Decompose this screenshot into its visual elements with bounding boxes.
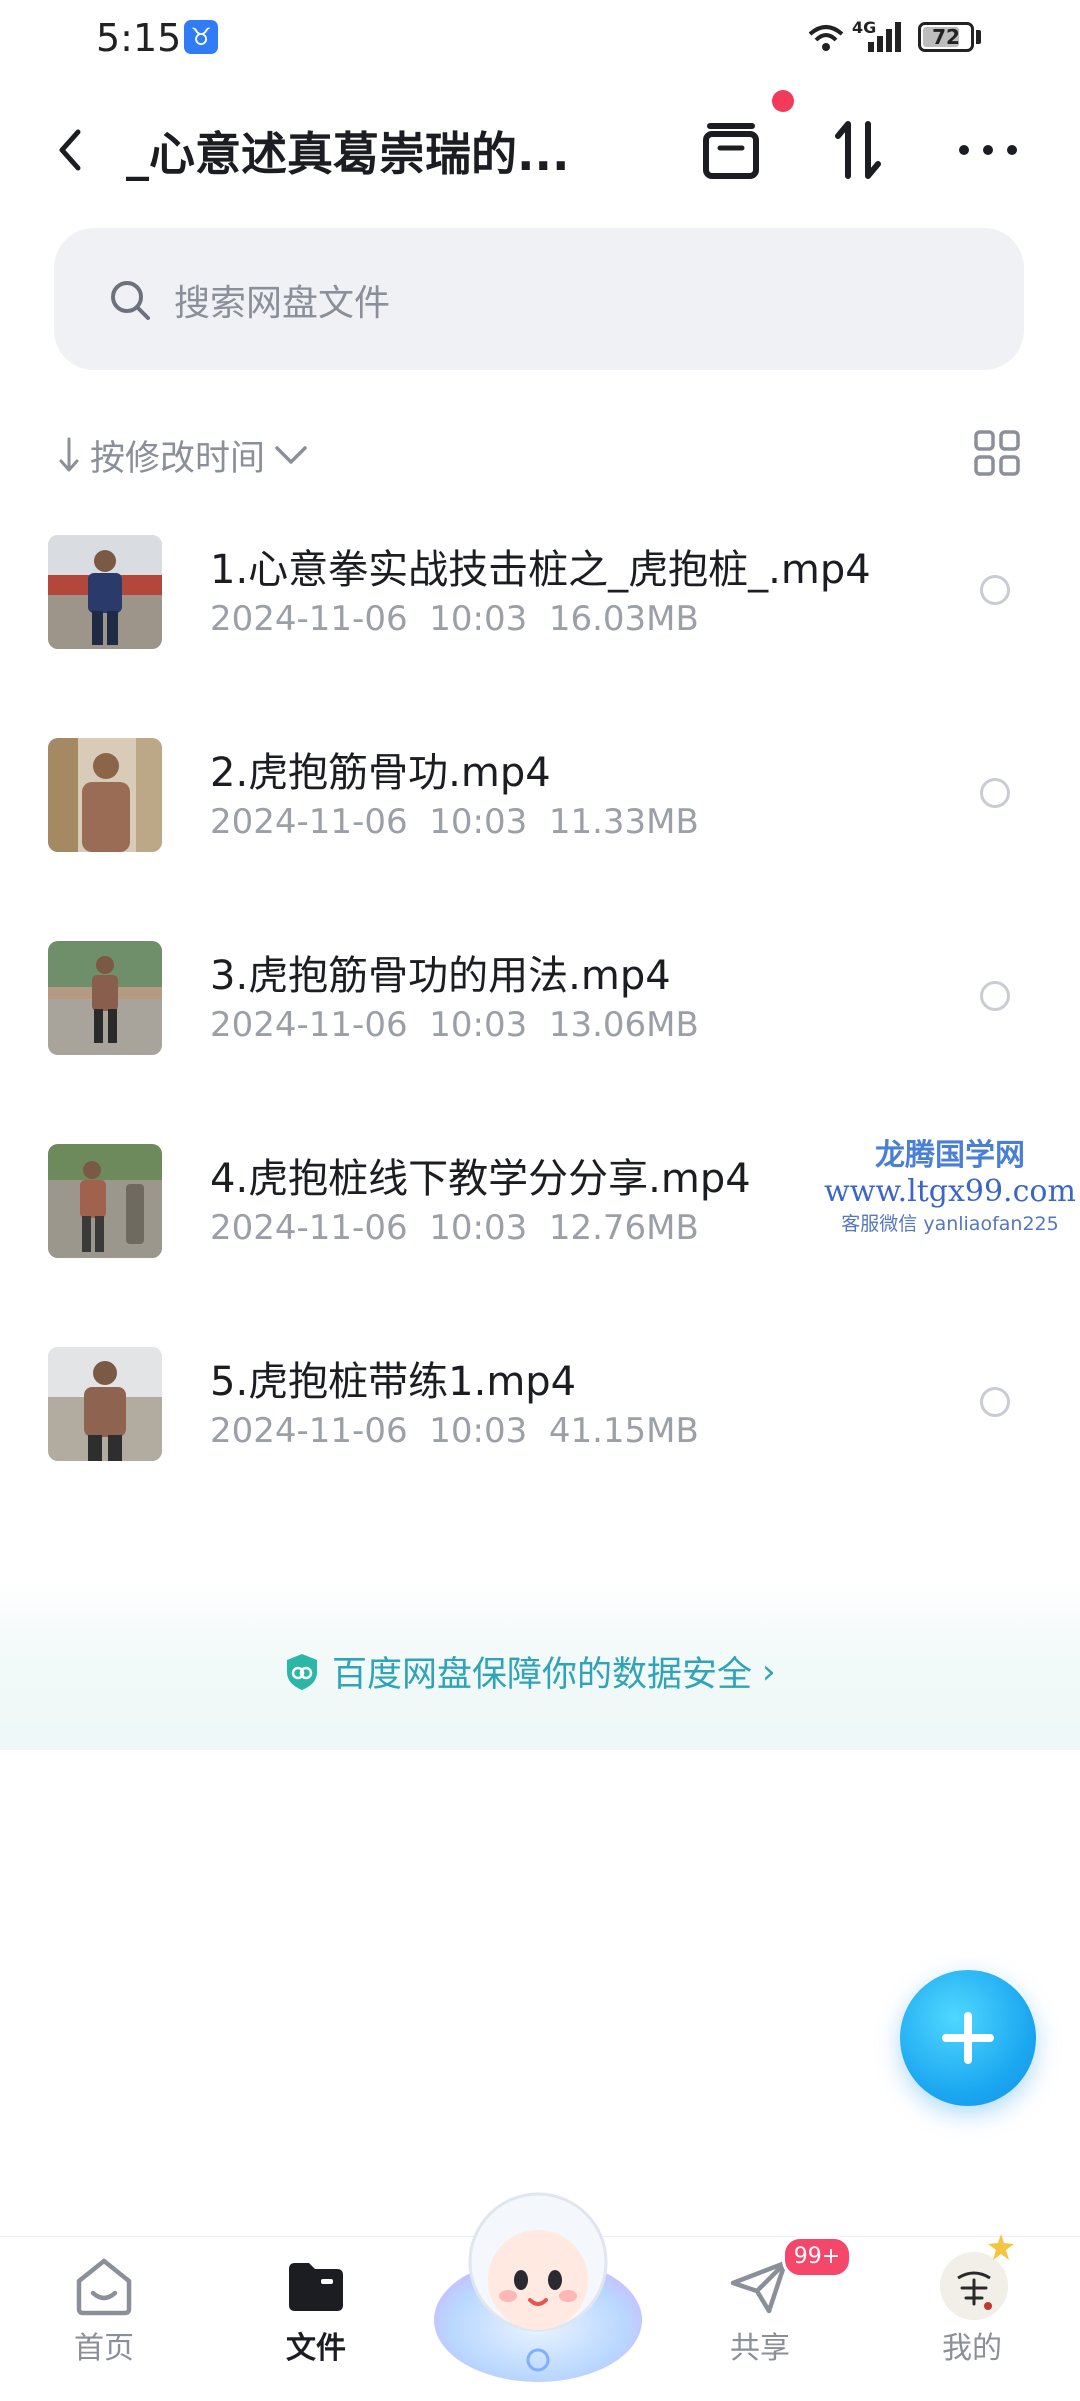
- status-time: 5:15: [96, 16, 182, 60]
- file-size: 11.33MB: [548, 802, 699, 842]
- avatar[interactable]: [940, 2252, 1008, 2320]
- chevron-down-icon: [275, 446, 307, 464]
- file-date: 2024-11-06: [210, 1005, 408, 1045]
- file-meta: 2024-11-06 10:03 41.15MB: [210, 1411, 699, 1451]
- watermark: 龙腾国学网 www.ltgx99.com 客服微信 yanliaofan225: [820, 1130, 1080, 1236]
- file-name: 5.虎抱桩带练1.mp4: [210, 1359, 577, 1405]
- file-meta: 2024-11-06 10:03 13.06MB: [210, 1005, 699, 1045]
- select-checkbox[interactable]: [980, 778, 1010, 808]
- sort-order-icon[interactable]: [820, 112, 896, 188]
- file-size: 13.06MB: [548, 1005, 699, 1045]
- search-input[interactable]: 搜索网盘文件: [54, 228, 1024, 370]
- search-placeholder: 搜索网盘文件: [174, 283, 391, 324]
- file-name: 1.心意拳实战技击桩之_虎抱桩_.mp4: [210, 547, 871, 593]
- file-row[interactable]: 5.虎抱桩带练1.mp4 2024-11-06 10:03 41.15MB: [0, 1327, 1080, 1527]
- nav-home[interactable]: 首页: [24, 2253, 184, 2367]
- file-date: 2024-11-06: [210, 802, 408, 842]
- video-thumbnail: [48, 1144, 162, 1258]
- transfer-list-icon[interactable]: [694, 112, 770, 188]
- battery-icon: 72: [918, 22, 974, 52]
- select-checkbox[interactable]: [980, 1387, 1010, 1417]
- watermark-contact: 客服微信 yanliaofan225: [841, 1213, 1059, 1235]
- app-notification-icon: ♉: [184, 20, 218, 54]
- file-size: 16.03MB: [548, 599, 699, 639]
- nav-home-label: 首页: [74, 2331, 134, 2366]
- battery-tip: [976, 30, 981, 44]
- file-size: 41.15MB: [548, 1411, 699, 1451]
- file-name: 3.虎抱筋骨功的用法.mp4: [210, 953, 671, 999]
- more-icon[interactable]: [950, 112, 1026, 188]
- security-banner[interactable]: 百度网盘保障你的数据安全 ›: [0, 1580, 1080, 1750]
- select-checkbox[interactable]: [980, 981, 1010, 1011]
- file-date: 2024-11-06: [210, 599, 408, 639]
- add-button[interactable]: [900, 1970, 1036, 2106]
- signal-icon: [868, 22, 901, 52]
- status-bar: 5:15 ♉ 4G 72: [0, 0, 1080, 80]
- file-row[interactable]: 1.心意拳实战技击桩之_虎抱桩_.mp4 2024-11-06 10:03 16…: [0, 515, 1080, 715]
- file-meta: 2024-11-06 10:03 12.76MB: [210, 1208, 699, 1248]
- sort-label: 按修改时间: [90, 438, 266, 479]
- back-button[interactable]: [44, 120, 98, 180]
- select-checkbox[interactable]: [980, 575, 1010, 605]
- home-icon: [76, 2258, 132, 2316]
- sort-arrow-icon: [59, 437, 79, 472]
- file-date: 2024-11-06: [210, 1411, 408, 1451]
- page-title: _心意述真葛崇瑞的...: [126, 127, 570, 181]
- video-thumbnail: [48, 1347, 162, 1461]
- watermark-url: www.ltgx99.com: [824, 1174, 1076, 1209]
- wifi-icon: [808, 25, 844, 51]
- notification-dot: [772, 90, 794, 112]
- file-row[interactable]: 3.虎抱筋骨功的用法.mp4 2024-11-06 10:03 13.06MB: [0, 921, 1080, 1121]
- video-thumbnail: [48, 535, 162, 649]
- file-time: 10:03: [429, 1005, 528, 1045]
- file-time: 10:03: [429, 1411, 528, 1451]
- security-banner-text: 百度网盘保障你的数据安全: [332, 1655, 753, 1695]
- file-time: 10:03: [429, 802, 528, 842]
- folder-icon: [289, 2263, 343, 2311]
- nav-files-label: 文件: [286, 2331, 346, 2366]
- nav-share-label: 共享: [730, 2331, 790, 2366]
- star-icon: [988, 2234, 1014, 2260]
- search-icon: [111, 281, 150, 320]
- chevron-right-icon: ›: [762, 1651, 776, 1692]
- file-time: 10:03: [429, 1208, 528, 1248]
- file-name: 4.虎抱桩线下教学分分享.mp4: [210, 1156, 751, 1202]
- mascot-icon[interactable]: [428, 2170, 648, 2390]
- file-meta: 2024-11-06 10:03 16.03MB: [210, 599, 699, 639]
- file-meta: 2024-11-06 10:03 11.33MB: [210, 802, 699, 842]
- grid-view-icon[interactable]: [972, 428, 1022, 478]
- file-size: 12.76MB: [548, 1208, 699, 1248]
- file-time: 10:03: [429, 599, 528, 639]
- video-thumbnail: [48, 941, 162, 1055]
- shield-icon: [287, 1653, 317, 1690]
- nav-me-label: 我的: [942, 2331, 1002, 2366]
- file-name: 2.虎抱筋骨功.mp4: [210, 750, 551, 796]
- watermark-title: 龙腾国学网: [875, 1138, 1025, 1173]
- security-banner-content[interactable]: 百度网盘保障你的数据安全 ›: [284, 1646, 776, 1697]
- file-date: 2024-11-06: [210, 1208, 408, 1248]
- video-thumbnail: [48, 738, 162, 852]
- battery-level: 72: [932, 25, 960, 49]
- sort-dropdown[interactable]: 按修改时间: [58, 430, 311, 480]
- share-count-badge: 99+: [782, 2236, 852, 2278]
- file-row[interactable]: 2.虎抱筋骨功.mp4 2024-11-06 10:03 11.33MB: [0, 718, 1080, 918]
- nav-files[interactable]: 文件: [236, 2253, 396, 2367]
